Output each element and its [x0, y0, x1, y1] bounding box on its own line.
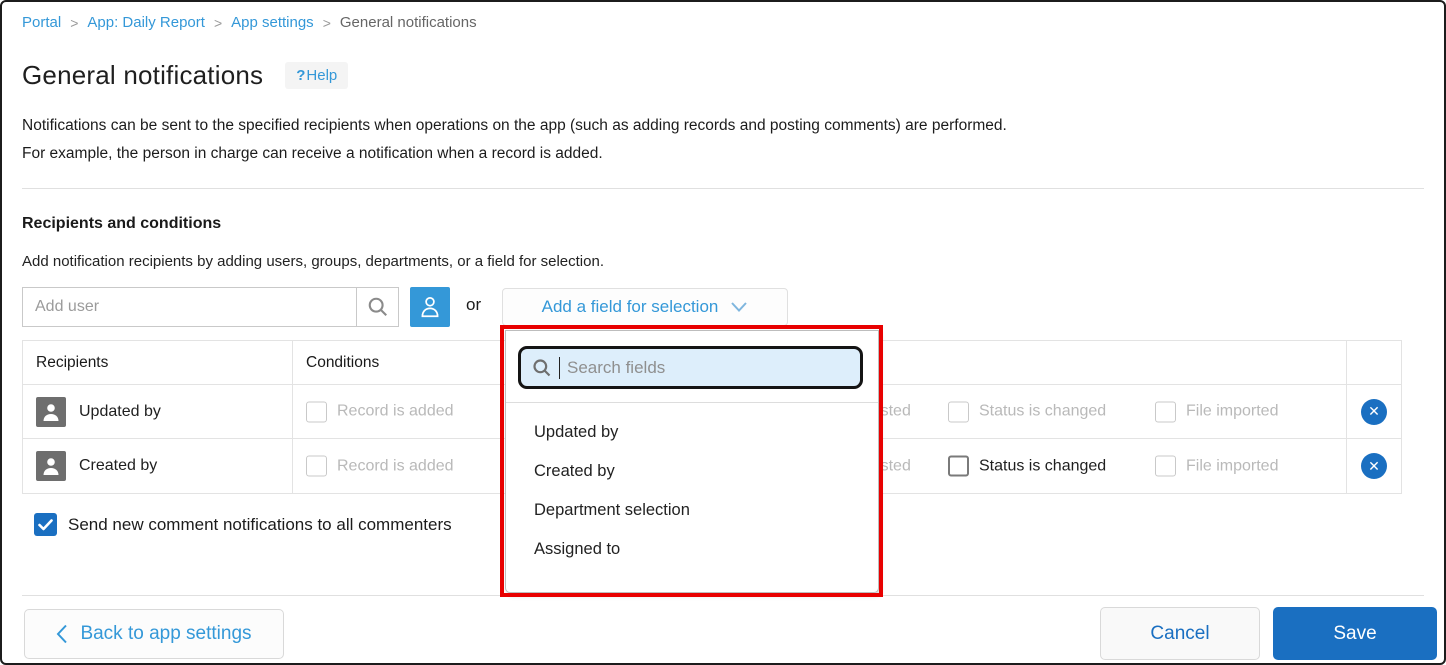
close-icon: ✕	[1368, 458, 1380, 475]
comment-notifications-label: Send new comment notifications to all co…	[68, 515, 452, 535]
question-mark-icon: ?	[296, 67, 305, 84]
breadcrumb-app-settings[interactable]: App settings	[231, 14, 314, 31]
remove-recipient-button[interactable]: ✕	[1361, 453, 1387, 479]
page-description: Notifications can be sent to the specifi…	[22, 112, 1007, 168]
user-icon	[417, 294, 443, 320]
back-to-app-settings-button[interactable]: Back to app settings	[24, 609, 284, 659]
footer-divider	[22, 595, 1424, 596]
user-avatar-icon	[36, 397, 66, 427]
description-line-2: For example, the person in charge can re…	[22, 140, 1007, 168]
help-link[interactable]: ? Help	[285, 62, 348, 89]
status-is-changed-checkbox[interactable]	[948, 456, 969, 477]
breadcrumb-separator: >	[214, 15, 222, 31]
breadcrumb: Portal > App: Daily Report > App setting…	[22, 14, 477, 31]
remove-cell: ✕	[1347, 439, 1401, 493]
breadcrumb-current: General notifications	[340, 14, 477, 31]
search-icon	[367, 296, 389, 318]
recipient-cell: Updated by	[23, 385, 293, 438]
select-user-button[interactable]	[410, 287, 450, 327]
field-search-box	[518, 346, 863, 389]
or-label: or	[466, 295, 481, 315]
breadcrumb-portal[interactable]: Portal	[22, 14, 61, 31]
field-search-input[interactable]	[567, 358, 849, 378]
field-option-assigned-to[interactable]: Assigned to	[506, 530, 878, 569]
chevron-left-icon	[56, 624, 68, 644]
dropdown-divider	[506, 402, 878, 403]
recipients-section-heading: Recipients and conditions	[22, 215, 221, 233]
close-icon: ✕	[1368, 403, 1380, 420]
page-title: General notifications	[22, 60, 263, 91]
user-search-button[interactable]	[356, 288, 398, 326]
search-icon	[532, 358, 552, 378]
field-list: Updated by Created by Department selecti…	[506, 413, 878, 569]
condition-label: File imported	[1186, 457, 1278, 475]
breadcrumb-separator: >	[70, 15, 78, 31]
recipient-name: Updated by	[79, 403, 161, 421]
breadcrumb-app-daily-report[interactable]: App: Daily Report	[87, 14, 205, 31]
recipient-name: Created by	[79, 457, 157, 475]
user-avatar-icon	[36, 451, 66, 481]
check-icon	[38, 519, 53, 531]
add-field-for-selection-button[interactable]: Add a field for selection	[502, 288, 788, 326]
field-option-department-selection[interactable]: Department selection	[506, 491, 878, 530]
send-comment-notifications-checkbox[interactable]	[34, 513, 57, 536]
remove-cell: ✕	[1347, 385, 1401, 438]
condition-label: Status is changed	[979, 403, 1106, 421]
title-row: General notifications ? Help	[22, 60, 348, 91]
record-is-added-checkbox	[306, 401, 327, 422]
file-imported-checkbox	[1155, 401, 1176, 422]
add-field-label: Add a field for selection	[542, 297, 719, 317]
file-imported-checkbox	[1155, 456, 1176, 477]
breadcrumb-separator: >	[323, 15, 331, 31]
cancel-button[interactable]: Cancel	[1100, 607, 1260, 660]
text-cursor	[559, 357, 560, 379]
description-line-1: Notifications can be sent to the specifi…	[22, 112, 1007, 140]
help-label: Help	[306, 67, 337, 84]
recipients-header-cell: Recipients	[23, 341, 293, 384]
save-button[interactable]: Save	[1273, 607, 1437, 660]
add-user-group	[22, 287, 399, 327]
condition-label: Status is changed	[979, 457, 1106, 475]
condition-label: Record is added	[337, 403, 454, 421]
conditions-header-label: Conditions	[306, 354, 379, 372]
status-is-changed-checkbox	[948, 401, 969, 422]
add-user-input[interactable]	[23, 288, 356, 326]
recipient-cell: Created by	[23, 439, 293, 493]
remove-header-cell	[1347, 341, 1401, 384]
general-notifications-page: Portal > App: Daily Report > App setting…	[0, 0, 1446, 665]
comment-notifications-row: Send new comment notifications to all co…	[34, 513, 452, 536]
record-is-added-checkbox	[306, 456, 327, 477]
back-button-label: Back to app settings	[80, 623, 251, 645]
recipients-section-subheading: Add notification recipients by adding us…	[22, 253, 604, 270]
section-divider	[22, 188, 1424, 189]
remove-recipient-button[interactable]: ✕	[1361, 399, 1387, 425]
condition-label: Record is added	[337, 457, 454, 475]
field-option-created-by[interactable]: Created by	[506, 452, 878, 491]
chevron-down-icon	[730, 301, 748, 313]
recipients-header-label: Recipients	[36, 354, 108, 372]
condition-label: File imported	[1186, 403, 1278, 421]
field-selection-dropdown: Updated by Created by Department selecti…	[505, 330, 879, 593]
field-option-updated-by[interactable]: Updated by	[506, 413, 878, 452]
